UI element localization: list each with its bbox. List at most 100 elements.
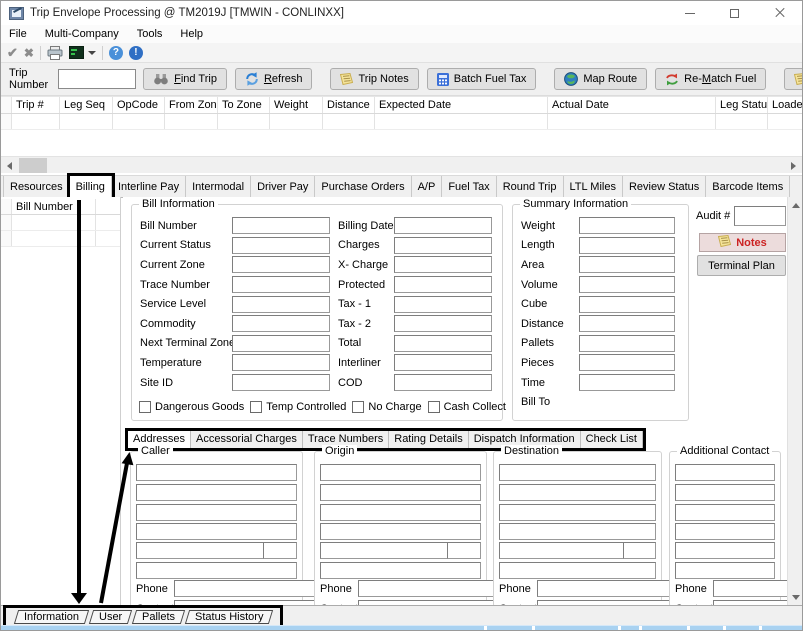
destination-address-line-input[interactable] [499,504,656,521]
terminal-icon[interactable] [69,46,84,59]
time-input[interactable] [579,374,675,391]
caller-address-line-input[interactable] [136,504,297,521]
total-input[interactable] [394,335,492,352]
tab-accessorial-charges[interactable]: Accessorial Charges [191,431,303,448]
additional-contact-line-input[interactable] [675,504,775,521]
cube-input[interactable] [579,296,675,313]
menu-multi-company[interactable]: Multi-Company [36,25,128,43]
col-leg-status[interactable]: Leg Status [716,97,768,113]
x-charge-input[interactable] [394,256,492,273]
info-icon[interactable]: ! [129,46,143,60]
service-level-input[interactable] [232,296,330,313]
batch-fuel-tax-button[interactable]: Batch Fuel Tax [427,68,537,90]
volume-input[interactable] [579,276,675,293]
origin-address-line-input[interactable] [320,562,481,579]
billing-date-input[interactable] [394,217,492,234]
caller-address-line-input[interactable] [136,464,297,481]
col-loaded[interactable]: Loaded [768,97,802,113]
destination-address-line-input[interactable] [499,562,656,579]
terminal-plan-button[interactable]: Terminal Plan [697,255,786,276]
bill-list-row[interactable] [1,215,120,231]
col-expected-date[interactable]: Expected Date [375,97,548,113]
find-trip-button[interactable]: Find Trip [143,68,227,90]
cash-collect-checkbox[interactable] [428,401,440,413]
audit-number-input[interactable] [734,206,786,226]
col-trip[interactable]: Trip # [12,97,60,113]
destination-city-input[interactable] [499,542,626,559]
tab-resources[interactable]: Resources [3,176,70,197]
trip-number-input[interactable] [58,69,136,89]
tax-2-input[interactable] [394,315,492,332]
tab-rating-details[interactable]: Rating Details [389,431,468,448]
area-input[interactable] [579,256,675,273]
col-distance[interactable]: Distance [323,97,375,113]
bill-list-row[interactable] [1,231,120,247]
dropdown-caret-icon[interactable] [88,51,96,55]
col-opcode[interactable]: OpCode [113,97,165,113]
menu-help[interactable]: Help [171,25,212,43]
protected-input[interactable] [394,276,492,293]
tab-purchase-orders[interactable]: Purchase Orders [315,176,411,197]
tab-user[interactable]: User [89,610,133,624]
origin-address-line-input[interactable] [320,484,481,501]
additional-contact-line-input[interactable] [675,562,775,579]
caller-phone-input[interactable] [174,580,324,597]
origin-phone-input[interactable] [358,580,508,597]
refresh-button[interactable]: Refresh [235,68,313,90]
origin-postal-input[interactable] [447,542,481,559]
origin-city-input[interactable] [320,542,450,559]
pallets-input[interactable] [579,335,675,352]
trace-number-input[interactable] [232,276,330,293]
no-charge-checkbox[interactable] [352,401,364,413]
tab-driver-pay[interactable]: Driver Pay [251,176,315,197]
commodity-input[interactable] [232,315,330,332]
temp-controlled-checkbox[interactable] [250,401,262,413]
caller-postal-input[interactable] [263,542,297,559]
charges-input[interactable] [394,237,492,254]
dangerous-goods-checkbox[interactable] [139,401,151,413]
print-icon[interactable] [47,46,63,60]
minimize-icon[interactable] [667,1,712,25]
tab-round-trip[interactable]: Round Trip [497,176,564,197]
length-input[interactable] [579,237,675,254]
additional-contact-line-input[interactable] [675,464,775,481]
tab-ltl-miles[interactable]: LTL Miles [564,176,623,197]
vertical-scrollbar[interactable] [787,197,803,605]
origin-address-line-input[interactable] [320,504,481,521]
destination-address-line-input[interactable] [499,484,656,501]
destination-address-line-input[interactable] [499,464,656,481]
col-bill-number[interactable]: Bill Number [12,199,96,214]
col-from-zone[interactable]: From Zone [165,97,218,113]
site-id-input[interactable] [232,374,330,391]
tab-check-list[interactable]: Check List [581,431,643,448]
next-terminal-zone-input[interactable] [232,335,330,352]
rematch-fuel-button[interactable]: Re-Match Fuel [655,68,766,90]
distance-input[interactable] [579,315,675,332]
caller-address-line-input[interactable] [136,484,297,501]
pieces-input[interactable] [579,354,675,371]
col-actual-date[interactable]: Actual Date [548,97,716,113]
menu-file[interactable]: File [1,25,36,43]
notes-button[interactable]: Notes [699,233,786,252]
tab-fuel-tax[interactable]: Fuel Tax [442,176,496,197]
interliner-input[interactable] [394,354,492,371]
menu-tools[interactable]: Tools [128,25,172,43]
tab-billing[interactable]: Billing [70,176,112,197]
additional-contact-line-input[interactable] [675,523,775,540]
close-icon[interactable] [757,1,802,25]
billing-notes-button[interactable]: Billing Notes [784,68,803,90]
maximize-icon[interactable] [712,1,757,25]
current-zone-input[interactable] [232,256,330,273]
destination-phone-input[interactable] [537,580,687,597]
additional-contact-phone-input[interactable] [713,580,787,597]
tab-status-history[interactable]: Status History [185,610,274,624]
current-status-input[interactable] [232,237,330,254]
scroll-up-icon[interactable] [788,197,803,213]
col-to-zone[interactable]: To Zone [218,97,270,113]
scroll-right-icon[interactable] [785,157,802,174]
horizontal-scrollbar[interactable] [1,156,802,173]
additional-contact-line-input[interactable] [675,542,775,559]
tab-information[interactable]: Information [14,610,89,624]
tab-pallets[interactable]: Pallets [132,610,185,624]
col-leg-seq[interactable]: Leg Seq [60,97,113,113]
